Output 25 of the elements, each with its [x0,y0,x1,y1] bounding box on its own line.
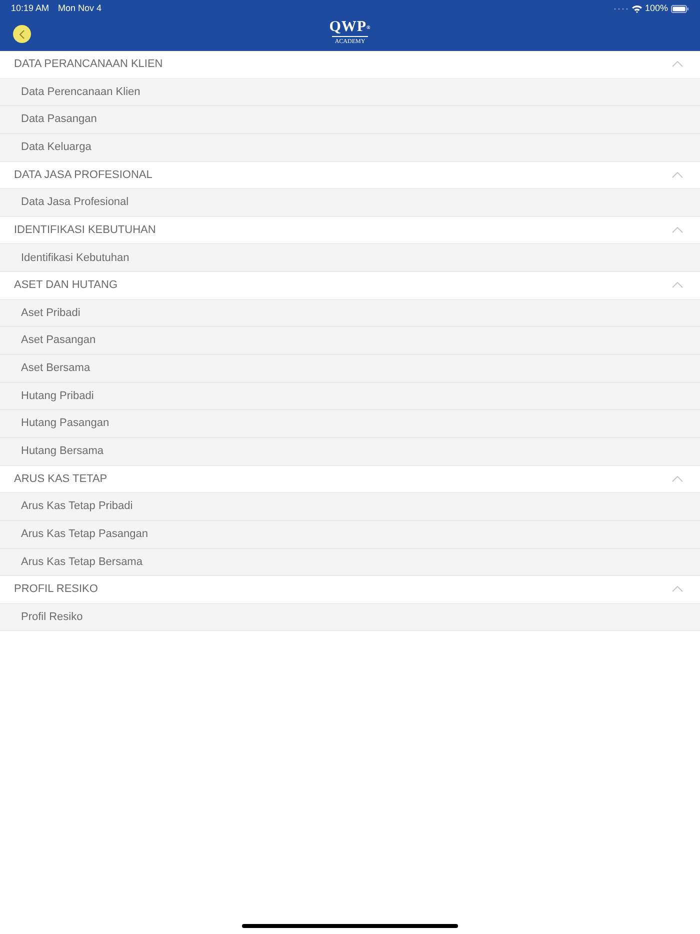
menu-item[interactable]: Arus Kas Tetap Pasangan [0,520,700,549]
menu-item[interactable]: Arus Kas Tetap Bersama [0,548,700,576]
chevron-left-icon [19,30,25,38]
status-date: Mon Nov 4 [58,2,102,15]
menu-item[interactable]: Aset Bersama [0,355,700,383]
status-time: 10:19 AM [11,2,50,15]
menu-item[interactable]: Aset Pribadi [0,300,700,328]
battery-icon [671,4,689,12]
menu-item[interactable]: Hutang Bersama [0,438,700,466]
logo-title: QWP$^{®}$ [329,20,371,35]
menu-item[interactable]: Aset Pasangan [0,327,700,356]
battery-percent: 100% [644,2,668,15]
section-header[interactable]: DATA JASA PROFESIONAL [0,162,700,190]
menu-item[interactable]: Data Jasa Profesional [0,189,700,217]
back-button[interactable] [13,25,31,43]
menu-item[interactable]: Arus Kas Tetap Pribadi [0,493,700,521]
menu-item[interactable]: Data Perencanaan Klien [0,78,700,106]
menu-item[interactable]: Hutang Pribadi [0,382,700,410]
menu-item[interactable]: Identifikasi Kebutuhan [0,244,700,272]
section-header[interactable]: ARUS KAS TETAP [0,466,700,494]
menu-item[interactable]: Data Pasangan [0,106,700,134]
menu-item[interactable]: Data Keluarga [0,134,700,162]
menu-item[interactable]: Hutang Pasangan [0,410,700,438]
menu-item[interactable]: Profil Resiko [0,604,700,632]
wifi-icon [632,4,642,12]
